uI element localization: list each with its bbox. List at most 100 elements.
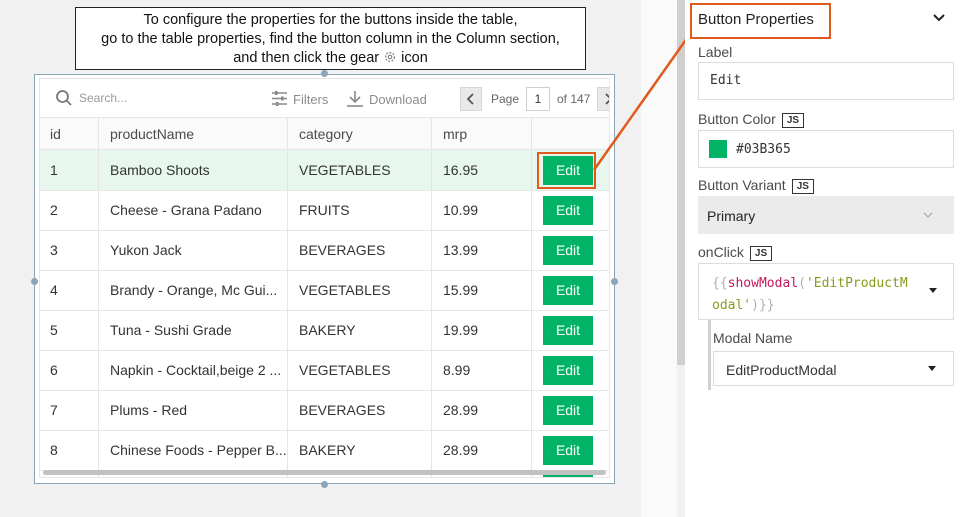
property-pane: Button Properties Label Edit Button Colo…: [685, 0, 967, 517]
button-variant-label: Button Variant JS: [698, 177, 814, 194]
code-brace-close: )}}: [751, 298, 775, 313]
column-separator: [287, 118, 288, 477]
cell-category: BAKERY: [299, 322, 356, 338]
caret-down-icon[interactable]: [927, 287, 939, 295]
cell-mrp: 10.99: [443, 202, 479, 218]
cell-id: 1: [50, 162, 58, 178]
column-header-productname[interactable]: productName: [110, 126, 194, 142]
cell-mrp: 13.99: [443, 242, 479, 258]
table-row[interactable]: 6 Napkin - Cocktail,beige 2 ... VEGETABL…: [40, 351, 609, 390]
cell-productname: Plums - Red: [110, 402, 188, 418]
code-brace-open: {{: [712, 276, 728, 291]
cell-category: BEVERAGES: [299, 242, 386, 258]
edit-button[interactable]: Edit: [543, 396, 593, 425]
modal-name-label: Modal Name: [713, 330, 793, 346]
color-swatch[interactable]: [709, 140, 727, 158]
section-title: Button Properties: [698, 11, 814, 28]
cell-mrp: 15.99: [443, 282, 479, 298]
table-row[interactable]: 4 Brandy - Orange, Mc Gui... VEGETABLES …: [40, 271, 609, 310]
nested-indent-bar: [708, 320, 711, 390]
instruction-callout: To configure the properties for the butt…: [75, 7, 586, 70]
page-number-input[interactable]: 1: [526, 87, 550, 111]
label-input-value: Edit: [710, 73, 742, 88]
column-separator: [531, 118, 532, 477]
cell-mrp: 8.99: [443, 362, 471, 378]
cell-category: VEGETABLES: [299, 162, 391, 178]
edit-button[interactable]: Edit: [543, 276, 593, 305]
onclick-code: {{showModal('EditProductM odal')}}: [712, 273, 908, 317]
column-separator: [98, 118, 99, 477]
modal-name-select[interactable]: EditProductModal: [713, 351, 954, 386]
js-toggle-button[interactable]: JS: [749, 246, 773, 261]
edit-button[interactable]: Edit: [543, 156, 593, 185]
button-color-label: Button Color JS: [698, 111, 805, 128]
edit-button[interactable]: Edit: [543, 356, 593, 385]
cell-productname: Bamboo Shoots: [110, 162, 210, 178]
edit-button[interactable]: Edit: [543, 316, 593, 345]
label-input[interactable]: Edit: [698, 62, 954, 100]
edit-button[interactable]: Edit: [543, 436, 593, 465]
cell-mrp: 28.99: [443, 402, 479, 418]
chevron-down-icon: [923, 212, 933, 218]
resize-handle-top[interactable]: [321, 70, 328, 77]
chevron-left-icon: [466, 93, 474, 105]
prev-page-button[interactable]: [460, 87, 482, 111]
table-toolbar: Search... Filters Download Page 1 of 147: [40, 79, 609, 118]
table-header-row: id productName category mrp: [40, 118, 609, 150]
table-row[interactable]: 8 Chinese Foods - Pepper B... BAKERY 28.…: [40, 431, 609, 470]
cell-mrp: 16.95: [443, 162, 479, 178]
page-total: of 147: [557, 92, 591, 106]
table-row[interactable]: 5 Tuna - Sushi Grade BAKERY 19.99 Edit: [40, 311, 609, 350]
caret-down-icon: [928, 366, 936, 371]
table-row[interactable]: 3 Yukon Jack BEVERAGES 13.99 Edit: [40, 231, 609, 270]
table-horizontal-scrollbar[interactable]: [43, 470, 606, 475]
table-row[interactable]: 1 Bamboo Shoots VEGETABLES 16.95 Edit: [40, 150, 609, 190]
onclick-label: onClick JS: [698, 244, 773, 261]
cell-productname: Napkin - Cocktail,beige 2 ...: [110, 362, 282, 378]
gear-icon: [385, 51, 396, 63]
download-button[interactable]: Download: [369, 92, 427, 107]
table-row[interactable]: 2 Cheese - Grana Padano FRUITS 10.99 Edi…: [40, 191, 609, 230]
table-row[interactable]: 7 Plums - Red BEVERAGES 28.99 Edit: [40, 391, 609, 430]
cell-productname: Yukon Jack: [110, 242, 182, 258]
filters-button[interactable]: Filters: [293, 92, 328, 107]
partial-edit-button: [543, 475, 593, 477]
resize-handle-right[interactable]: [611, 278, 618, 285]
cell-productname: Tuna - Sushi Grade: [110, 322, 232, 338]
button-color-value: #03B365: [736, 142, 791, 157]
onclick-label-text: onClick: [698, 244, 744, 260]
search-icon: [56, 90, 72, 106]
cell-category: BEVERAGES: [299, 402, 386, 418]
edit-button[interactable]: Edit: [543, 196, 593, 225]
button-variant-value: Primary: [707, 208, 756, 224]
code-string: 'EditProductM: [805, 276, 908, 291]
resize-handle-bottom[interactable]: [321, 481, 328, 488]
column-header-id[interactable]: id: [50, 126, 61, 142]
column-header-mrp[interactable]: mrp: [443, 126, 467, 142]
callout-connector-line: [592, 33, 692, 171]
js-toggle-button[interactable]: JS: [791, 179, 814, 194]
cell-category: VEGETABLES: [299, 362, 391, 378]
toolbar-divider: [40, 117, 609, 118]
onclick-code-editor[interactable]: {{showModal('EditProductM odal')}}: [698, 263, 954, 320]
callout-line-3: and then click the gear icon: [76, 49, 585, 68]
cell-mrp: 19.99: [443, 322, 479, 338]
button-variant-label-text: Button Variant: [698, 177, 786, 193]
download-icon: [347, 91, 363, 107]
cell-category: VEGETABLES: [299, 282, 391, 298]
js-toggle-button[interactable]: JS: [781, 113, 805, 128]
button-variant-select[interactable]: Primary: [698, 196, 954, 234]
button-color-label-text: Button Color: [698, 111, 776, 127]
page-label: Page: [491, 92, 520, 106]
cell-id: 5: [50, 322, 58, 338]
code-string-cont: odal': [712, 298, 752, 313]
edit-button[interactable]: Edit: [543, 236, 593, 265]
cell-productname: Cheese - Grana Padano: [110, 202, 262, 218]
column-header-category[interactable]: category: [299, 126, 353, 142]
button-color-input[interactable]: #03B365: [698, 130, 954, 168]
chevron-down-icon[interactable]: [932, 12, 946, 24]
resize-handle-left[interactable]: [31, 278, 38, 285]
callout-line-1: To configure the properties for the butt…: [143, 12, 518, 28]
search-input[interactable]: Search...: [79, 91, 127, 105]
code-paren: (: [798, 276, 806, 291]
